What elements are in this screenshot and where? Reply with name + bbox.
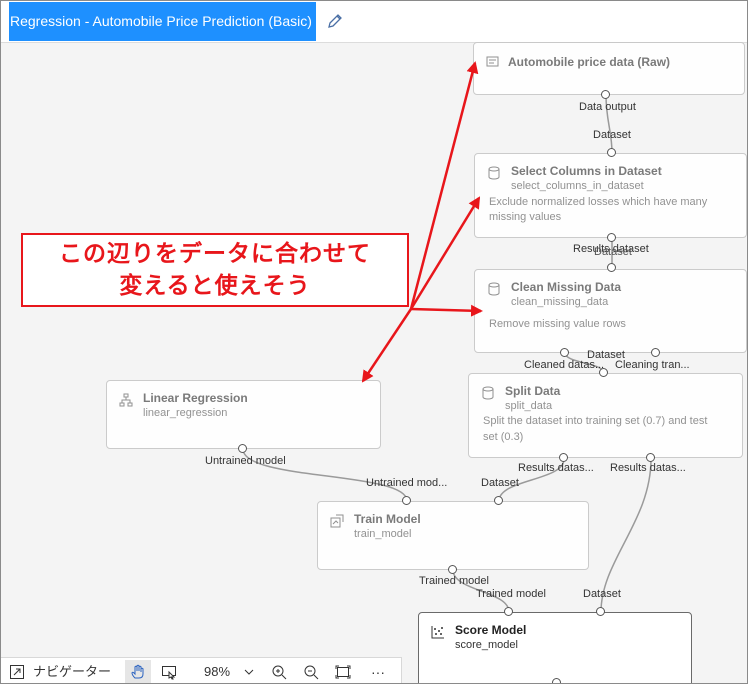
navigator-icon[interactable] [9, 664, 25, 680]
annotation-callout: この辺りをデータに合わせて 変えると使えそう [21, 233, 409, 307]
select-pointer-icon[interactable] [161, 664, 177, 680]
more-options-button[interactable]: ··· [371, 658, 385, 683]
zoom-out-icon[interactable] [303, 664, 319, 680]
navigator-label[interactable]: ナビゲーター [33, 658, 111, 683]
annotation-arrows [361, 61, 483, 383]
callout-line2: 変えると使えそう [119, 272, 311, 298]
zoom-level[interactable]: 98% [204, 658, 230, 683]
chevron-down-icon[interactable] [241, 664, 257, 680]
hand-pan-icon[interactable] [130, 664, 146, 680]
callout-line1: この辺りをデータに合わせて [59, 240, 371, 266]
fit-to-screen-icon[interactable] [335, 664, 351, 680]
zoom-in-icon[interactable] [271, 664, 287, 680]
arrow-to-raw-data [409, 61, 479, 310]
arrow-to-select-columns [409, 196, 481, 310]
pipeline-canvas[interactable]: Regression - Automobile Price Prediction… [0, 0, 748, 684]
canvas-toolbar: ナビゲーター 98% ··· [1, 657, 402, 683]
arrow-to-clean-missing [410, 304, 483, 317]
arrow-to-linear-regression [361, 308, 413, 383]
